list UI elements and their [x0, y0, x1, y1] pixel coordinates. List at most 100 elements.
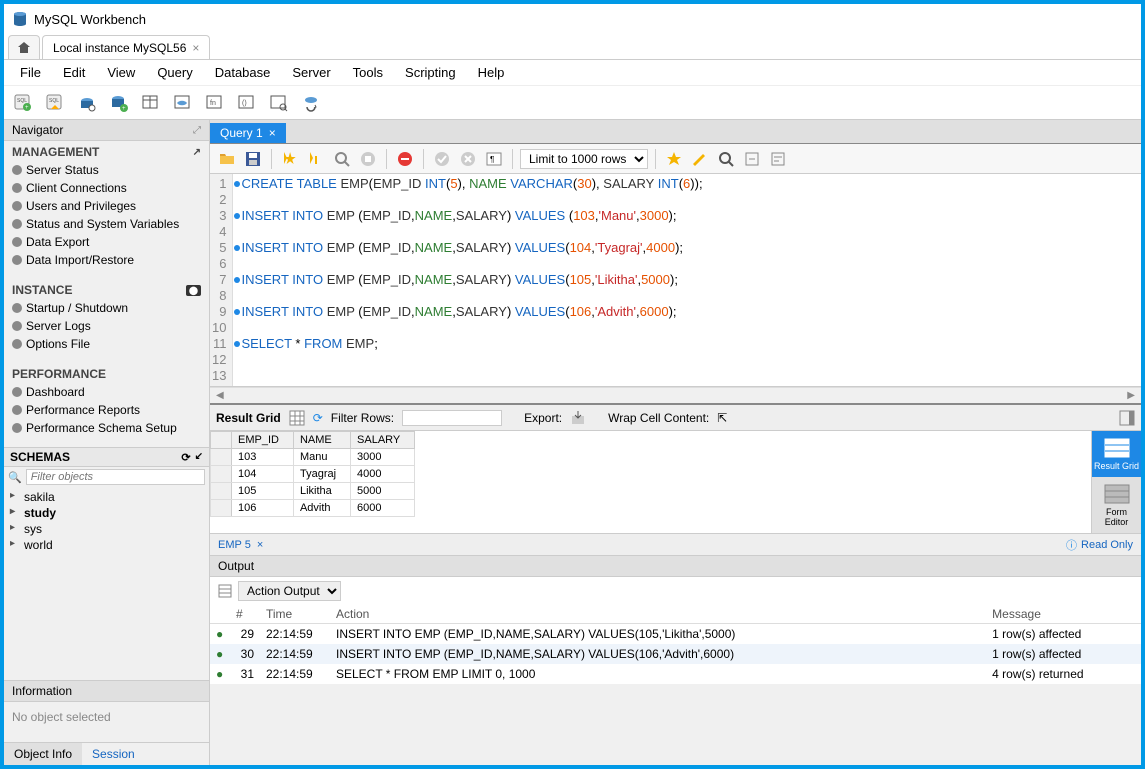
view-mode-form-editor[interactable]: Form Editor — [1092, 477, 1141, 533]
menu-scripting[interactable]: Scripting — [395, 63, 466, 82]
explain-button[interactable] — [331, 148, 353, 170]
new-view-button[interactable] — [170, 90, 196, 116]
close-icon[interactable]: × — [269, 126, 276, 140]
output-list-icon[interactable] — [218, 584, 232, 598]
svg-text:SQL: SQL — [17, 98, 27, 104]
item-icon — [10, 217, 24, 231]
new-sql-tab-button[interactable]: SQL+ — [10, 90, 36, 116]
nav-item[interactable]: Server Logs — [4, 317, 209, 335]
toggle-invisible-button[interactable] — [741, 148, 763, 170]
close-icon[interactable]: × — [192, 41, 199, 55]
editor-scrollbar[interactable]: ◀▶ — [210, 387, 1141, 403]
nav-item[interactable]: Options File — [4, 335, 209, 353]
new-function-button[interactable]: () — [234, 90, 260, 116]
schema-filter-input[interactable] — [26, 469, 205, 485]
inspector-button[interactable] — [74, 90, 100, 116]
close-icon[interactable]: × — [257, 539, 263, 551]
table-row[interactable]: 106Advith6000 — [211, 500, 415, 517]
wrap-toggle-icon[interactable]: ⇱ — [717, 411, 727, 425]
menu-help[interactable]: Help — [468, 63, 515, 82]
refresh-icon[interactable]: ⟳ — [181, 451, 190, 464]
column-header[interactable]: NAME — [293, 432, 350, 449]
row-limit-select[interactable]: Limit to 1000 rows — [520, 149, 648, 169]
search-table-button[interactable] — [266, 90, 292, 116]
toggle-autocommit-button[interactable] — [394, 148, 416, 170]
menu-edit[interactable]: Edit — [53, 63, 95, 82]
query-tab[interactable]: Query 1 × — [210, 123, 286, 143]
export-icon[interactable] — [570, 410, 586, 426]
schemas-section-header: SCHEMAS ⟳ ↙ — [4, 447, 209, 467]
info-tab[interactable]: Session — [82, 743, 145, 765]
table-row[interactable]: 105Likitha5000 — [211, 483, 415, 500]
nav-item[interactable]: Client Connections — [4, 179, 209, 197]
menu-file[interactable]: File — [10, 63, 51, 82]
nav-item[interactable]: Status and System Variables — [4, 215, 209, 233]
output-row[interactable]: ●3022:14:59INSERT INTO EMP (EMP_ID,NAME,… — [210, 644, 1141, 664]
schema-item[interactable]: sakila — [4, 489, 209, 505]
view-mode-result-grid[interactable]: Result Grid — [1092, 431, 1141, 477]
result-tab[interactable]: EMP 5 × — [218, 539, 263, 551]
collapse-icon[interactable]: ↙ — [195, 451, 203, 464]
output-row[interactable]: ●3122:14:59SELECT * FROM EMP LIMIT 0, 10… — [210, 664, 1141, 684]
popout-icon[interactable]: ↗ — [193, 147, 201, 158]
navigator-header: Navigator ⤢ — [4, 120, 209, 141]
open-file-button[interactable] — [216, 148, 238, 170]
result-tab-strip: EMP 5 × ⓘ Read Only — [210, 533, 1141, 555]
execute-button[interactable] — [279, 148, 301, 170]
column-header[interactable]: SALARY — [351, 432, 415, 449]
stop-button[interactable] — [357, 148, 379, 170]
nav-item[interactable]: Data Import/Restore — [4, 251, 209, 269]
info-icon: ⓘ — [1066, 537, 1077, 553]
wrap-button[interactable] — [767, 148, 789, 170]
menu-view[interactable]: View — [97, 63, 145, 82]
menu-server[interactable]: Server — [282, 63, 340, 82]
toggle-whitespace-button[interactable]: ¶ — [483, 148, 505, 170]
filter-rows-input[interactable] — [402, 410, 502, 426]
sql-editor[interactable]: 12345678910111213 CREATE TABLE EMP(EMP_I… — [210, 174, 1141, 387]
export-label: Export: — [524, 411, 562, 425]
home-tab[interactable] — [8, 35, 40, 59]
result-grid[interactable]: EMP_IDNAMESALARY 103Manu3000104Tyagraj40… — [210, 431, 415, 517]
table-row[interactable]: 104Tyagraj4000 — [211, 466, 415, 483]
nav-item[interactable]: Users and Privileges — [4, 197, 209, 215]
new-table-button[interactable] — [138, 90, 164, 116]
schema-item[interactable]: sys — [4, 521, 209, 537]
output-row[interactable]: ●2922:14:59INSERT INTO EMP (EMP_ID,NAME,… — [210, 624, 1141, 645]
table-row[interactable]: 103Manu3000 — [211, 449, 415, 466]
save-button[interactable] — [242, 148, 264, 170]
connection-tab[interactable]: Local instance MySQL56 × — [42, 35, 210, 59]
nav-item[interactable]: Data Export — [4, 233, 209, 251]
menu-database[interactable]: Database — [205, 63, 281, 82]
item-icon — [10, 199, 24, 213]
execute-current-button[interactable] — [305, 148, 327, 170]
schema-item[interactable]: study — [4, 505, 209, 521]
output-table: #TimeActionMessage ●2922:14:59INSERT INT… — [210, 605, 1141, 684]
favorite-button[interactable] — [663, 148, 685, 170]
info-tab[interactable]: Object Info — [4, 743, 82, 765]
nav-item[interactable]: Dashboard — [4, 383, 209, 401]
commit-button[interactable] — [431, 148, 453, 170]
app-icon — [12, 11, 28, 27]
beautify-button[interactable] — [689, 148, 711, 170]
menu-tools[interactable]: Tools — [343, 63, 393, 82]
menu-query[interactable]: Query — [147, 63, 202, 82]
open-sql-button[interactable]: SQL — [42, 90, 68, 116]
new-procedure-button[interactable]: fn — [202, 90, 228, 116]
panel-toggle-icon[interactable] — [1119, 410, 1135, 426]
find-button[interactable] — [715, 148, 737, 170]
refresh-icon[interactable]: ⟳ — [313, 411, 323, 425]
column-header[interactable]: EMP_ID — [232, 432, 294, 449]
nav-item[interactable]: Startup / Shutdown — [4, 299, 209, 317]
svg-text:¶: ¶ — [490, 155, 494, 164]
nav-item[interactable]: Performance Reports — [4, 401, 209, 419]
nav-item[interactable]: Server Status — [4, 161, 209, 179]
grid-icon[interactable] — [289, 410, 305, 426]
rollback-button[interactable] — [457, 148, 479, 170]
schema-item[interactable]: world — [4, 537, 209, 553]
new-schema-button[interactable]: + — [106, 90, 132, 116]
output-mode-select[interactable]: Action Output — [238, 581, 341, 601]
nav-item[interactable]: Performance Schema Setup — [4, 419, 209, 437]
expand-icon[interactable]: ⤢ — [193, 125, 201, 136]
reconnect-button[interactable] — [298, 90, 324, 116]
connection-tab-strip: Local instance MySQL56 × — [4, 34, 1141, 60]
